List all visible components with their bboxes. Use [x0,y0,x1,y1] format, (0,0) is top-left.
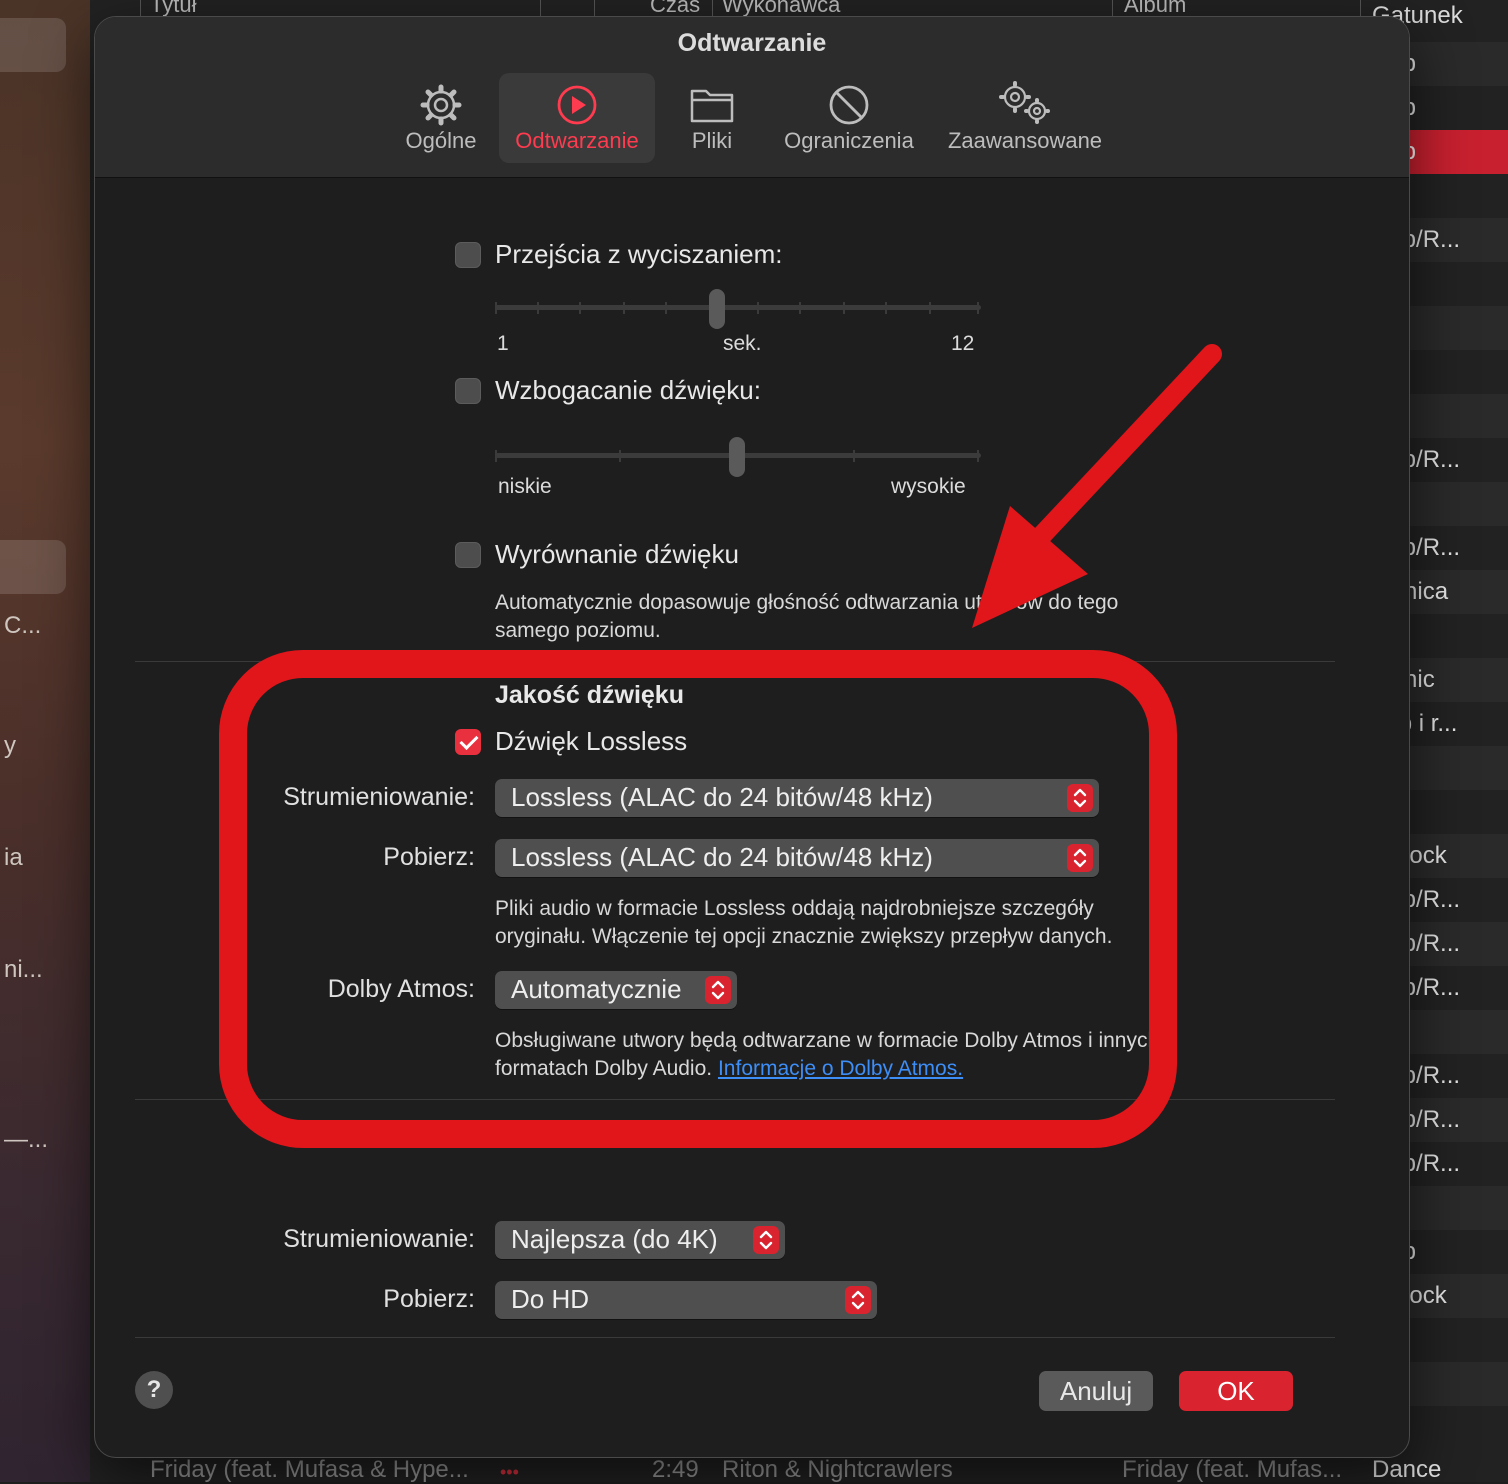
crossfade-slider-knob[interactable] [709,289,725,329]
sidebar-item[interactable]: C... [4,612,41,640]
prohibited-icon [829,85,869,125]
track-artist[interactable]: Riton & Nightcrawlers [722,1456,953,1484]
section-divider [135,1099,1335,1100]
dolby-atmos-info-link[interactable]: Informacje o Dolby Atmos. [718,1057,963,1080]
app-sidebar: C... y ia ni... —... [0,0,90,1482]
download-video-value: Do HD [511,1284,590,1314]
track-title[interactable]: Friday (feat. Mufasa & Hype... [150,1456,469,1484]
dolby-atmos-value: Automatycznie [511,974,682,1004]
tab-files-label: Pliki [691,128,733,153]
tab-general-label: Ogólne [405,128,477,153]
updown-chevron-icon [845,1286,871,1314]
section-divider [135,1337,1335,1338]
sound-check-description: Automatycznie dopasowuje głośność odtwar… [495,589,1118,645]
updown-chevron-icon [1067,784,1093,812]
sound-check-label: Wyrównanie dźwięku [495,539,739,569]
folder-icon [690,89,734,123]
sidebar-selected-item[interactable] [0,540,66,594]
lossless-label: Dźwięk Lossless [495,726,688,756]
sound-check-description-line1: Automatycznie dopasowuje głośność odtwar… [495,591,1119,614]
track-album[interactable]: Friday (feat. Mufas... [1122,1456,1342,1484]
updown-chevron-icon [1067,844,1093,872]
lossless-note-line1: Pliki audio w formacie Lossless oddają n… [495,897,1094,920]
gears-icon [999,81,1050,124]
crossfade-min-label: 1 [497,332,509,355]
dolby-atmos-note-line1: Obsługiwane utwory będą odtwarzane w for… [495,1029,1160,1052]
sound-enhancer-checkbox[interactable] [455,378,481,404]
crossfade-max-label: 12 [951,332,975,355]
streaming-video-value: Najlepsza (do 4K) [511,1224,718,1254]
dolby-atmos-note-line2: formatach Dolby Audio. [495,1057,713,1080]
sidebar-item[interactable]: y [4,732,16,760]
streaming-video-label: Strumieniowanie: [283,1225,475,1253]
cancel-button[interactable]: Anuluj [1039,1371,1153,1411]
tab-files[interactable]: Pliki [667,73,757,163]
tab-advanced[interactable]: Zaawansowane [941,73,1109,163]
streaming-audio-label: Strumieniowanie: [283,783,475,811]
download-audio-select[interactable]: Lossless (ALAC do 24 bitów/48 kHz) [495,839,1099,877]
dialog-title: Odtwarzanie [677,29,827,57]
tab-advanced-label: Zaawansowane [947,128,1103,153]
crossfade-label: Przejścia z wyciszaniem: [495,239,783,269]
sidebar-search-field[interactable] [0,18,66,72]
gear-icon [420,84,462,126]
lossless-note: Pliki audio w formacie Lossless oddają n… [495,895,1112,951]
dolby-atmos-label: Dolby Atmos: [327,975,475,1003]
more-options-icon[interactable]: ••• [500,1462,519,1483]
updown-chevron-icon [753,1226,779,1254]
preferences-dialog: Odtwarzanie Ogólne Odtwarzanie Pliki Ogr… [94,16,1410,1458]
crossfade-checkbox[interactable] [455,242,481,268]
dialog-toolbar: Odtwarzanie Ogólne Odtwarzanie Pliki Ogr… [95,17,1409,178]
audio-quality-heading: Jakość dźwięku [495,681,684,709]
sidebar-item[interactable]: ni... [4,956,43,984]
tab-restrictions[interactable]: Ograniczenia [775,73,923,163]
lossless-checkbox[interactable] [455,729,481,755]
crossfade-unit-label: sek. [723,332,762,355]
tab-restrictions-label: Ograniczenia [784,128,914,153]
streaming-video-select[interactable]: Najlepsza (do 4K) [495,1221,785,1259]
sound-enhancer-label: Wzbogacanie dźwięku: [495,375,761,405]
track-time: 2:49 [652,1456,699,1483]
sidebar-item[interactable]: —... [4,1126,48,1154]
tab-general[interactable]: Ogólne [395,73,487,163]
sidebar-item[interactable]: ia [4,844,23,872]
updown-chevron-icon [705,976,731,1004]
sound-enhancer-low-label: niskie [498,475,552,498]
download-video-select[interactable]: Do HD [495,1281,877,1319]
tab-playback-label: Odtwarzanie [515,128,639,153]
lossless-note-line2: oryginału. Włączenie tej opcji znacznie … [495,925,1113,948]
tab-playback[interactable]: Odtwarzanie [499,73,655,163]
streaming-audio-select[interactable]: Lossless (ALAC do 24 bitów/48 kHz) [495,779,1099,817]
sound-check-description-line2: samego poziomu. [495,619,661,642]
dolby-atmos-select[interactable]: Automatycznie [495,971,737,1009]
track-genre: Dance [1372,1456,1442,1483]
download-audio-value: Lossless (ALAC do 24 bitów/48 kHz) [511,842,933,872]
sound-check-checkbox[interactable] [455,542,481,568]
help-button[interactable]: ? [135,1371,173,1409]
ok-button[interactable]: OK [1179,1371,1293,1411]
sound-enhancer-high-label: wysokie [891,475,966,498]
section-divider [135,661,1335,662]
dolby-atmos-note: Obsługiwane utwory będą odtwarzane w for… [495,1027,1159,1083]
streaming-audio-value: Lossless (ALAC do 24 bitów/48 kHz) [511,782,933,812]
download-video-label: Pobierz: [383,1285,475,1313]
sound-enhancer-slider-knob[interactable] [729,437,745,477]
download-audio-label: Pobierz: [383,843,475,871]
play-circle-icon [557,85,597,125]
